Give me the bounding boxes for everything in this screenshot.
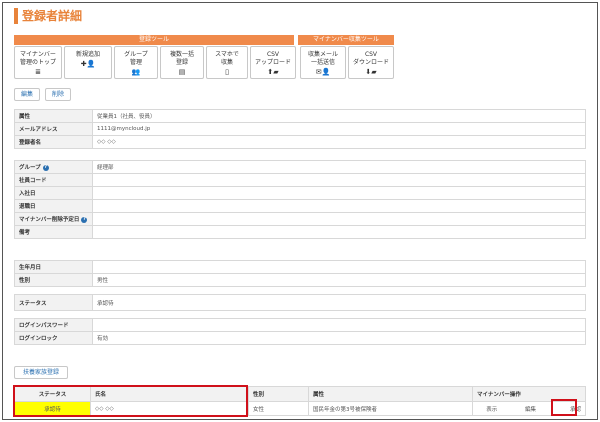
attribute-label: 属性 (14, 109, 93, 123)
mail-user-icon: ✉👤 (315, 68, 331, 76)
add-user-icon: ✚👤 (80, 60, 96, 68)
info-row: 登録者名 ◇◇ ◇◇ (14, 135, 586, 149)
help-icon[interactable]: ? (81, 216, 88, 223)
toolbar-group-mynumber-header: マイナンバー収集ツール (298, 35, 394, 45)
attribute-value: 従業員1（社員、役員） (92, 109, 586, 123)
info-row: ログインロック 有効 (14, 331, 586, 345)
name-label: 登録者名 (14, 135, 93, 149)
info-row: 退職日 (14, 199, 586, 213)
help-icon[interactable]: ? (42, 164, 49, 171)
tool-csv-download-button[interactable]: CSV ダウンロード ⬇▰ (348, 46, 394, 79)
birthday-value (92, 260, 586, 274)
info-row: 備考 (14, 225, 586, 239)
info-row: ステータス 承認待 (14, 294, 586, 311)
smartphone-icon: ▯ (225, 68, 229, 76)
column-header-gender: 性別 (248, 386, 309, 402)
toolbar-group-register-header: 登録ツール (14, 35, 294, 45)
page-title: 登録者詳細 (14, 8, 82, 24)
join-date-value (92, 186, 586, 200)
list-icon: ≣ (35, 68, 41, 76)
tool-bulk-mail-button[interactable]: 収集メール 一括送信 ✉👤 (300, 46, 346, 79)
dependent-register-button[interactable]: 扶養家族登録 (14, 366, 68, 379)
basic-info-table: 属性 従業員1（社員、役員） メールアドレス 1111@myncloud.jp … (14, 109, 586, 149)
group-value: 経理部 (92, 160, 586, 174)
tool-label-line1: グループ (124, 51, 148, 58)
leave-date-value (92, 199, 586, 213)
tool-label-line2: アップロード (254, 59, 291, 66)
info-row: マイナンバー削除予定日? (14, 212, 586, 226)
status-table: ステータス 承認待 (14, 294, 586, 311)
tool-label-line1: 新規追加 (75, 51, 100, 58)
email-label: メールアドレス (14, 122, 93, 136)
tool-label-line1: CSV (266, 51, 280, 58)
callout-status-name-highlight (13, 385, 248, 417)
edit-link[interactable]: 編集 (510, 401, 551, 416)
tool-label-line2: 管理 (129, 59, 142, 66)
row-gender: 女性 (248, 401, 309, 416)
info-row: 入社日 (14, 186, 586, 200)
download-folder-icon: ⬇▰ (365, 68, 377, 76)
status-label: ステータス (14, 294, 93, 311)
tool-group-manage-button[interactable]: グループ 管理 👥 (114, 46, 158, 79)
mynumber-delete-date-label-text: マイナンバー削除予定日 (19, 217, 80, 223)
gender-label: 性別 (14, 273, 93, 287)
tool-label-line1: スマホで (215, 51, 239, 58)
upload-folder-icon: ⬆▰ (267, 68, 279, 76)
login-info-table: ログインパスワード ログインロック 有効 (14, 318, 586, 345)
tool-add-new-button[interactable]: 新規追加 ✚👤 (64, 46, 112, 79)
info-row: 性別 男性 (14, 273, 586, 287)
tool-label-line1: 収集メール (307, 51, 338, 58)
login-lock-label: ログインロック (14, 331, 93, 345)
info-row: ログインパスワード (14, 318, 586, 332)
tool-label-line2: 収集 (220, 59, 233, 66)
info-row: 属性 従業員1（社員、役員） (14, 109, 586, 123)
mynumber-delete-date-label: マイナンバー削除予定日? (14, 212, 93, 226)
tool-label-line1: マイナンバー (20, 51, 56, 58)
employment-info-table: グループ? 経理部 社員コード 入社日 退職日 マイナンバー削除予定日? 備考 (14, 160, 586, 239)
tool-csv-upload-button[interactable]: CSV アップロード ⬆▰ (250, 46, 296, 79)
document-icon: ▤ (178, 68, 186, 76)
employee-code-value (92, 173, 586, 187)
tool-smartphone-collect-button[interactable]: スマホで 収集 ▯ (206, 46, 248, 79)
leave-date-label: 退職日 (14, 199, 93, 213)
view-link[interactable]: 表示 (472, 401, 511, 416)
note-label: 備考 (14, 225, 93, 239)
join-date-label: 入社日 (14, 186, 93, 200)
employee-code-label: 社員コード (14, 173, 93, 187)
gender-value: 男性 (92, 273, 586, 287)
email-value: 1111@myncloud.jp (92, 122, 586, 136)
info-row: メールアドレス 1111@myncloud.jp (14, 122, 586, 136)
edit-button[interactable]: 編集 (14, 88, 40, 101)
tool-label-line2: ダウンロード (352, 59, 389, 66)
info-row: 生年月日 (14, 260, 586, 274)
tool-label-line2: 管理のトップ (19, 59, 56, 66)
login-lock-value: 有効 (92, 331, 586, 345)
note-value (92, 225, 586, 239)
column-header-attribute: 属性 (308, 386, 473, 402)
birthday-label: 生年月日 (14, 260, 93, 274)
row-attribute: 国民年金の第3号被保険者 (308, 401, 473, 416)
tool-mynumber-top-button[interactable]: マイナンバー 管理のトップ ≣ (14, 46, 62, 79)
info-row: 社員コード (14, 173, 586, 187)
login-password-label: ログインパスワード (14, 318, 93, 332)
tool-label-line2: 一括送信 (310, 59, 335, 66)
personal-info-table: 生年月日 性別 男性 (14, 260, 586, 287)
status-value: 承認待 (92, 294, 586, 311)
delete-button[interactable]: 削除 (45, 88, 71, 101)
mynumber-delete-date-value (92, 212, 586, 226)
tool-bulk-register-button[interactable]: 複数一括 登録 ▤ (160, 46, 204, 79)
login-password-value (92, 318, 586, 332)
name-value: ◇◇ ◇◇ (92, 135, 586, 149)
callout-approve-highlight (551, 399, 577, 416)
info-row: グループ? 経理部 (14, 160, 586, 174)
group-label: グループ? (14, 160, 93, 174)
tool-label-line2: 登録 (175, 59, 188, 66)
tool-label-line1: 複数一括 (169, 51, 194, 58)
users-icon: 👥 (131, 68, 141, 76)
tool-label-line1: CSV (364, 51, 378, 58)
group-label-text: グループ (19, 165, 41, 171)
